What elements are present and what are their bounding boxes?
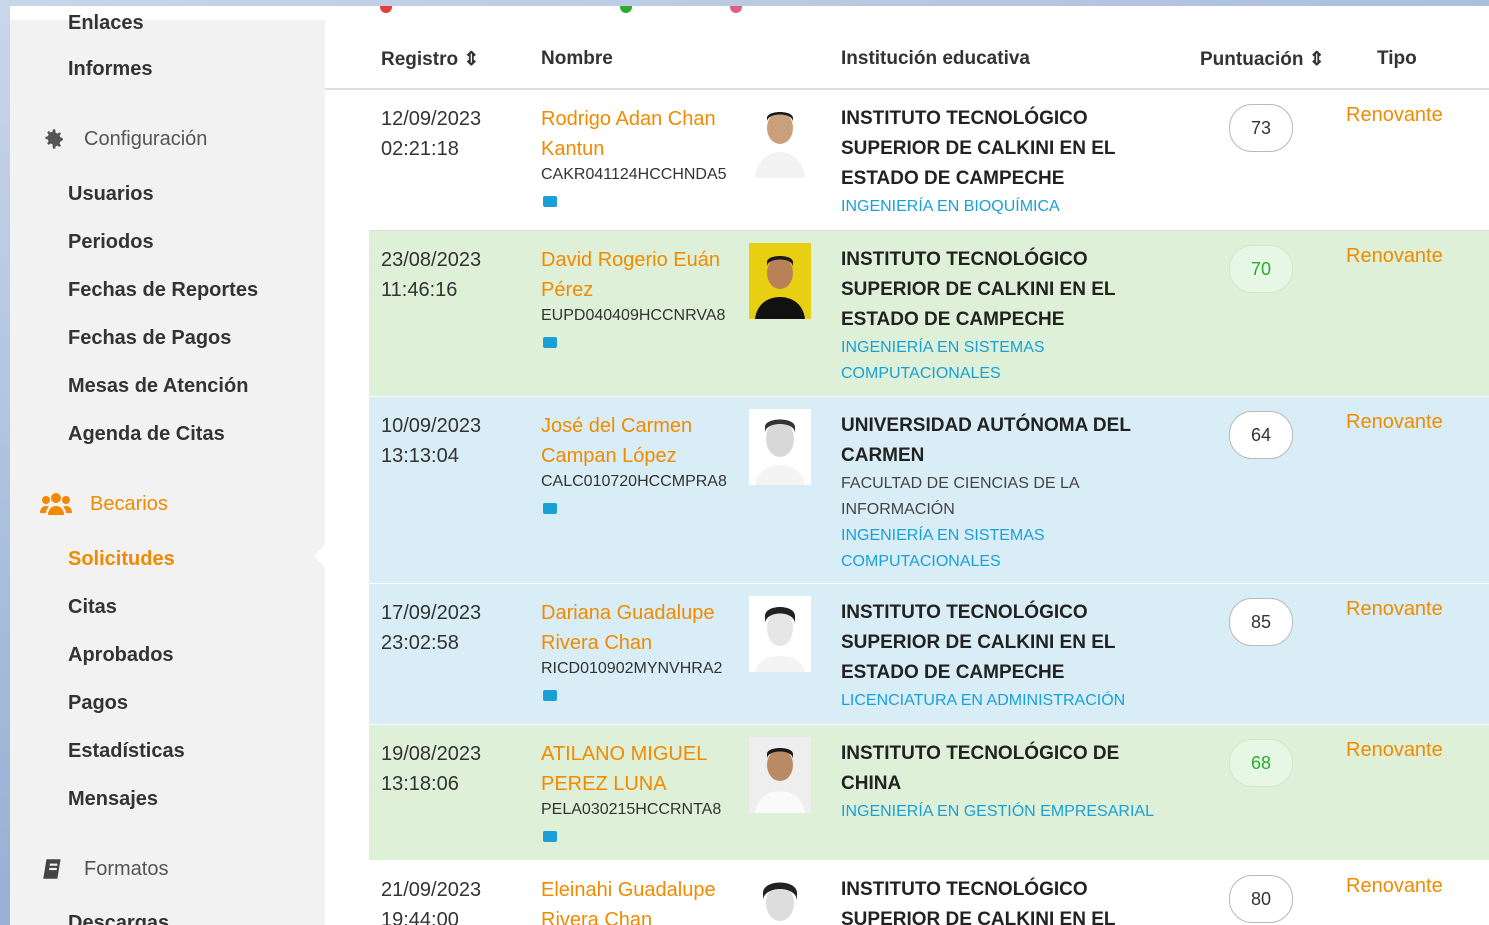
table-row[interactable]: 23/08/2023 11:46:16 David Rogerio Euán Pér… xyxy=(369,231,1489,396)
header-tipo: Tipo xyxy=(1377,48,1417,69)
sidebar-item-citas[interactable]: Citas xyxy=(68,596,117,619)
table-row[interactable]: 10/09/2023 13:13:04 José del Carmen Campan… xyxy=(369,397,1489,583)
header-puntuacion[interactable]: Puntuación ⇕ xyxy=(1200,48,1325,71)
student-photo xyxy=(749,596,811,672)
score-badge: 68 xyxy=(1229,739,1293,787)
archive-icon[interactable] xyxy=(543,503,557,514)
sidebar-item-descargas[interactable]: Descargas xyxy=(68,912,169,925)
score-badge: 64 xyxy=(1229,411,1293,459)
archive-icon[interactable] xyxy=(543,337,557,348)
tipo-label: Renovante xyxy=(1346,245,1443,267)
career: INGENIERÍA EN SISTEMAS COMPUTACIONALES xyxy=(841,527,1045,570)
curp: CALC010720HCCMPRA8 xyxy=(541,473,727,490)
student-name[interactable]: José del Carmen Campan López xyxy=(541,411,741,471)
red-dot-icon xyxy=(380,6,392,13)
configuracion-label: Configuración xyxy=(84,127,208,150)
sidebar-item-pagos[interactable]: Pagos xyxy=(68,692,128,715)
student-name[interactable]: Eleinahi Guadalupe Rivera Chan xyxy=(541,875,741,925)
sidebar-section-configuracion[interactable]: Configuración xyxy=(40,126,207,152)
registro-date: 23/08/2023 11:46:16 xyxy=(381,249,482,301)
header-nombre: Nombre xyxy=(541,48,613,69)
student-photo xyxy=(749,737,811,813)
top-toolbar-strip xyxy=(10,6,1489,21)
formatos-label: Formatos xyxy=(84,857,169,880)
sidebar-item-usuarios[interactable]: Usuarios xyxy=(68,183,154,206)
sidebar-item-estadisticas[interactable]: Estadísticas xyxy=(68,740,185,763)
registro-date: 10/09/2023 13:13:04 xyxy=(381,415,482,467)
career: INGENIERÍA EN SISTEMAS COMPUTACIONALES xyxy=(841,339,1045,382)
archive-icon[interactable] xyxy=(543,831,557,842)
sidebar-section-formatos[interactable]: Formatos xyxy=(40,856,168,882)
student-name[interactable]: Dariana Guadalupe Rivera Chan xyxy=(541,598,741,658)
student-name[interactable]: Rodrigo Adan Chan Kantun xyxy=(541,104,741,164)
institution: INSTITUTO TECNOLÓGICO SUPERIOR DE CALKINI… xyxy=(841,108,1116,189)
score-badge: 85 xyxy=(1229,598,1293,646)
career: LICENCIATURA EN ADMINISTRACIÓN xyxy=(841,692,1126,709)
tipo-label: Renovante xyxy=(1346,104,1443,126)
curp: PELA030215HCCRNTA8 xyxy=(541,801,722,818)
registro-date: 17/09/2023 23:02:58 xyxy=(381,602,482,654)
curp: CAKR041124HCCHNDA5 xyxy=(541,166,727,183)
score-badge: 70 xyxy=(1229,245,1293,293)
green-dot-icon xyxy=(620,6,632,13)
book-icon xyxy=(43,859,61,879)
institution: INSTITUTO TECNOLÓGICO SUPERIOR DE CALKINI… xyxy=(841,602,1116,683)
score-badge: 80 xyxy=(1229,875,1293,923)
career: INGENIERÍA EN BIOQUÍMICA xyxy=(841,198,1060,215)
archive-icon[interactable] xyxy=(543,196,557,207)
sidebar-item-agenda[interactable]: Agenda de Citas xyxy=(68,423,225,446)
table-row[interactable]: 19/08/2023 13:18:06 ATILANO MIGUEL PEREZ L… xyxy=(369,725,1489,860)
table-row[interactable]: 21/09/2023 19:44:00 Eleinahi Guadalupe Riv… xyxy=(369,861,1489,925)
header-institucion: Institución educativa xyxy=(841,48,1030,69)
sidebar-item-periodos[interactable]: Periodos xyxy=(68,231,154,254)
tipo-label: Renovante xyxy=(1346,411,1443,433)
becarios-label: Becarios xyxy=(90,492,168,515)
student-photo xyxy=(749,102,811,178)
student-photo xyxy=(749,243,811,319)
institution: INSTITUTO TECNOLÓGICO SUPERIOR DE CALKINI… xyxy=(841,879,1116,925)
curp: RICD010902MYNVHRA2 xyxy=(541,660,723,677)
users-icon xyxy=(40,493,72,515)
sidebar-item-fechas-pagos[interactable]: Fechas de Pagos xyxy=(68,327,231,350)
sort-icon: ⇕ xyxy=(458,49,480,70)
curp: EUPD040409HCCNRVA8 xyxy=(541,307,726,324)
archive-icon[interactable] xyxy=(543,690,557,701)
score-badge: 73 xyxy=(1229,104,1293,152)
registro-date: 12/09/2023 02:21:18 xyxy=(381,108,482,160)
student-photo xyxy=(749,409,811,485)
student-name[interactable]: David Rogerio Euán Pérez xyxy=(541,245,741,305)
registro-date: 21/09/2023 19:44:00 xyxy=(381,879,482,925)
sidebar-item-solicitudes[interactable]: Solicitudes xyxy=(68,548,175,571)
registro-date: 19/08/2023 13:18:06 xyxy=(381,743,482,795)
institution: INSTITUTO TECNOLÓGICO DE CHINA xyxy=(841,743,1120,794)
table-row[interactable]: 12/09/2023 02:21:18 Rodrigo Adan Chan Kant… xyxy=(369,90,1489,230)
sort-icon: ⇕ xyxy=(1303,49,1325,70)
sidebar-item-enlaces[interactable]: Enlaces xyxy=(68,12,144,35)
sidebar-item-mesas[interactable]: Mesas de Atención xyxy=(68,375,248,398)
gear-icon xyxy=(45,129,63,149)
table-row[interactable]: 17/09/2023 23:02:58 Dariana Guadalupe Rive… xyxy=(369,584,1489,724)
pink-dot-icon xyxy=(730,6,742,13)
header-registro[interactable]: Registro ⇕ xyxy=(381,48,479,71)
institution: INSTITUTO TECNOLÓGICO SUPERIOR DE CALKINI… xyxy=(841,249,1116,330)
table-header: Registro ⇕ Nombre Institución educativa … xyxy=(325,20,1489,90)
career: INGENIERÍA EN GESTIÓN EMPRESARIAL xyxy=(841,803,1154,820)
institution: UNIVERSIDAD AUTÓNOMA DEL CARMEN xyxy=(841,415,1131,466)
tipo-label: Renovante xyxy=(1346,875,1443,897)
sidebar-item-fechas-reportes[interactable]: Fechas de Reportes xyxy=(68,279,258,302)
browser-window: Enlaces Informes Configuración Usuarios … xyxy=(10,6,1489,925)
tipo-label: Renovante xyxy=(1346,739,1443,761)
sidebar-section-becarios[interactable]: Becarios xyxy=(40,491,168,517)
sidebar-item-aprobados[interactable]: Aprobados xyxy=(68,644,174,667)
sidebar-item-informes[interactable]: Informes xyxy=(68,58,152,81)
faculty: FACULTAD DE CIENCIAS DE LA INFORMACIÓN xyxy=(841,475,1080,518)
tipo-label: Renovante xyxy=(1346,598,1443,620)
main-content: Registro ⇕ Nombre Institución educativa … xyxy=(325,20,1489,925)
student-photo xyxy=(749,873,811,925)
sidebar-item-mensajes[interactable]: Mensajes xyxy=(68,788,158,811)
student-name[interactable]: ATILANO MIGUEL PEREZ LUNA xyxy=(541,739,741,799)
sidebar: Enlaces Informes Configuración Usuarios … xyxy=(10,12,325,925)
